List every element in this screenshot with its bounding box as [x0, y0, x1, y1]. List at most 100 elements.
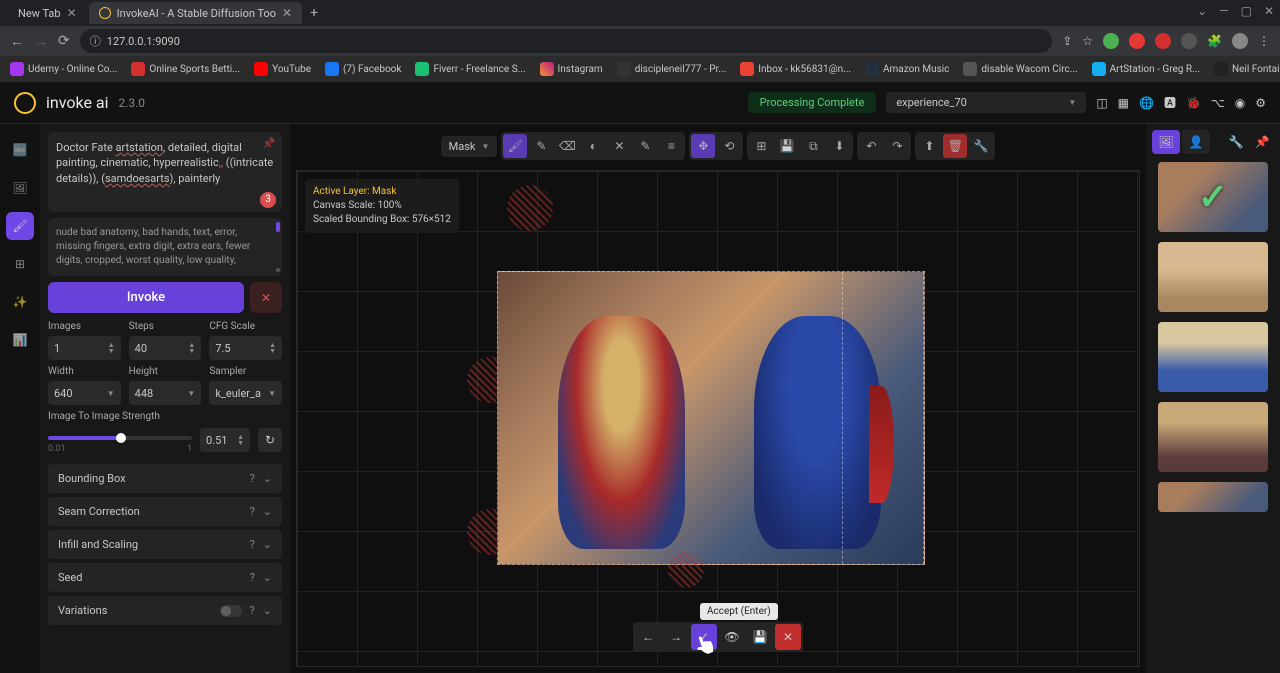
- bookmark-item[interactable]: Udemy - Online Co...: [10, 62, 117, 76]
- bookmark-item[interactable]: Inbox - kk56831@n...: [740, 62, 851, 76]
- variations-toggle[interactable]: [220, 605, 242, 617]
- options-button[interactable]: ≡: [659, 134, 683, 158]
- help-icon[interactable]: ?: [250, 571, 255, 584]
- merge-button[interactable]: ⊞: [749, 134, 773, 158]
- address-bar[interactable]: ⓘ 127.0.0.1:9090: [80, 29, 1052, 53]
- accordion-infill-scaling[interactable]: Infill and Scaling?⌄: [48, 530, 282, 559]
- help-icon[interactable]: ?: [250, 472, 255, 485]
- discord-icon[interactable]: ◉: [1235, 96, 1245, 110]
- rail-img2img[interactable]: 🖼: [6, 174, 34, 202]
- gallery-settings-button[interactable]: 🔧: [1224, 130, 1248, 154]
- bookmark-item[interactable]: discipleneil777 - Pr...: [617, 62, 727, 76]
- gallery-thumbnail[interactable]: [1158, 242, 1268, 312]
- width-select[interactable]: 640▼: [48, 381, 121, 405]
- globe-icon[interactable]: 🌐: [1139, 96, 1154, 110]
- rail-txt2img[interactable]: 🔤: [6, 136, 34, 164]
- extension-icon[interactable]: [1129, 33, 1145, 49]
- profile-avatar[interactable]: [1232, 33, 1248, 49]
- upload-button[interactable]: ⬆: [917, 134, 941, 158]
- steps-input[interactable]: 40▲▼: [129, 336, 202, 360]
- bookmark-item[interactable]: ArtStation - Greg R...: [1092, 62, 1200, 76]
- browser-tab[interactable]: New Tab ✕: [8, 2, 87, 24]
- back-button[interactable]: ←: [10, 33, 24, 50]
- bounding-box-overlay[interactable]: [842, 272, 924, 564]
- negative-prompt[interactable]: nude bad anatomy, bad hands, text, error…: [48, 218, 282, 276]
- canvas-image[interactable]: [497, 271, 925, 565]
- canvas-settings-button[interactable]: 🔧: [969, 134, 993, 158]
- cfg-input[interactable]: 7.5▲▼: [209, 336, 282, 360]
- reset-strength-button[interactable]: ↻: [258, 428, 282, 452]
- close-window-icon[interactable]: ✕: [1264, 4, 1274, 18]
- move-tool-button[interactable]: ✥: [691, 134, 715, 158]
- bookmark-item[interactable]: Amazon Music: [865, 62, 949, 76]
- scrollbar-thumb[interactable]: [276, 222, 280, 232]
- star-icon[interactable]: ☆: [1082, 34, 1093, 48]
- rail-postprocess[interactable]: ✨: [6, 288, 34, 316]
- menu-icon[interactable]: ⋮: [1258, 34, 1270, 48]
- share-icon[interactable]: ⇪: [1062, 34, 1072, 48]
- gallery-thumbnail[interactable]: [1158, 322, 1268, 392]
- gallery-user-tab[interactable]: 👤: [1182, 130, 1210, 154]
- stage-save-button[interactable]: 💾: [747, 624, 773, 650]
- stage-prev-button[interactable]: ←: [635, 624, 661, 650]
- bookmark-item[interactable]: Online Sports Betti...: [131, 62, 240, 76]
- stepper-icon[interactable]: ▲▼: [237, 434, 244, 446]
- language-icon[interactable]: 🅰: [1164, 94, 1176, 111]
- rail-nodes[interactable]: ⊞: [6, 250, 34, 278]
- undo-button[interactable]: ↶: [859, 134, 883, 158]
- reload-button[interactable]: ⟳: [58, 33, 70, 49]
- rail-unified-canvas[interactable]: 🖌: [6, 212, 34, 240]
- accordion-seed[interactable]: Seed?⌄: [48, 563, 282, 592]
- cube-icon[interactable]: ◫: [1096, 96, 1107, 110]
- bug-icon[interactable]: 🐞: [1186, 96, 1201, 110]
- extension-icon[interactable]: [1103, 33, 1119, 49]
- bookmark-item[interactable]: Neil Fontaine | CGS...: [1214, 62, 1280, 76]
- fill-tool-button[interactable]: ◐: [581, 134, 605, 158]
- github-icon[interactable]: ⌥: [1211, 96, 1225, 110]
- rail-training[interactable]: 📊: [6, 326, 34, 354]
- bookmark-item[interactable]: (7) Facebook: [325, 62, 401, 76]
- extensions-puzzle-icon[interactable]: 🧩: [1207, 34, 1222, 48]
- gallery-pin-button[interactable]: 📌: [1250, 130, 1274, 154]
- chevron-down-icon[interactable]: ⌄: [1197, 4, 1207, 18]
- positive-prompt[interactable]: Doctor Fate artstation, detailed, digita…: [48, 132, 282, 212]
- accordion-bounding-box[interactable]: Bounding Box?⌄: [48, 464, 282, 493]
- pin-icon[interactable]: 📌: [262, 136, 276, 151]
- extension-icon[interactable]: [1181, 33, 1197, 49]
- strength-slider[interactable]: [48, 436, 192, 440]
- browser-tab-active[interactable]: InvokeAI - A Stable Diffusion Too ✕: [89, 2, 302, 24]
- bookmark-item[interactable]: YouTube: [254, 62, 311, 76]
- canvas-viewport[interactable]: Active Layer: Mask Canvas Scale: 100% Sc…: [296, 170, 1140, 667]
- close-tab-icon[interactable]: ✕: [282, 6, 292, 20]
- stage-accept-button[interactable]: ✓: [691, 624, 717, 650]
- forward-button[interactable]: →: [34, 33, 48, 50]
- clear-canvas-button[interactable]: 🗑: [943, 134, 967, 158]
- pencil-tool-button[interactable]: ✎: [529, 134, 553, 158]
- strength-value[interactable]: 0.51▲▼: [200, 428, 250, 452]
- copy-button[interactable]: ⧉: [801, 134, 825, 158]
- stepper-icon[interactable]: ▲▼: [108, 342, 115, 354]
- gallery-thumbnail[interactable]: [1158, 402, 1268, 472]
- cancel-button[interactable]: ✕: [250, 282, 282, 313]
- brush-tool-button[interactable]: 🖌: [503, 134, 527, 158]
- stage-discard-button[interactable]: ✕: [775, 624, 801, 650]
- images-input[interactable]: 1▲▼: [48, 336, 121, 360]
- layer-dropdown[interactable]: Mask▼: [441, 136, 498, 157]
- extension-icon[interactable]: [1155, 33, 1171, 49]
- close-tab-icon[interactable]: ✕: [67, 6, 77, 20]
- help-icon[interactable]: ?: [250, 505, 255, 518]
- model-selector[interactable]: experience_70 ▼: [886, 92, 1086, 113]
- color-picker-button[interactable]: ✎: [633, 134, 657, 158]
- bookmark-item[interactable]: Instagram: [540, 62, 603, 76]
- invoke-button[interactable]: Invoke: [48, 282, 244, 313]
- sampler-select[interactable]: k_euler_a▼: [209, 381, 282, 405]
- accordion-variations[interactable]: Variations?⌄: [48, 596, 282, 625]
- stepper-icon[interactable]: ▲▼: [188, 342, 195, 354]
- gallery-thumbnail-selected[interactable]: ✓: [1158, 162, 1268, 232]
- height-select[interactable]: 448▼: [129, 381, 202, 405]
- stage-next-button[interactable]: →: [663, 624, 689, 650]
- scrollbar-thumb[interactable]: [276, 268, 280, 272]
- stepper-icon[interactable]: ▲▼: [269, 342, 276, 354]
- grid-icon[interactable]: ▦: [1118, 96, 1129, 110]
- minimize-icon[interactable]: —: [1219, 4, 1228, 18]
